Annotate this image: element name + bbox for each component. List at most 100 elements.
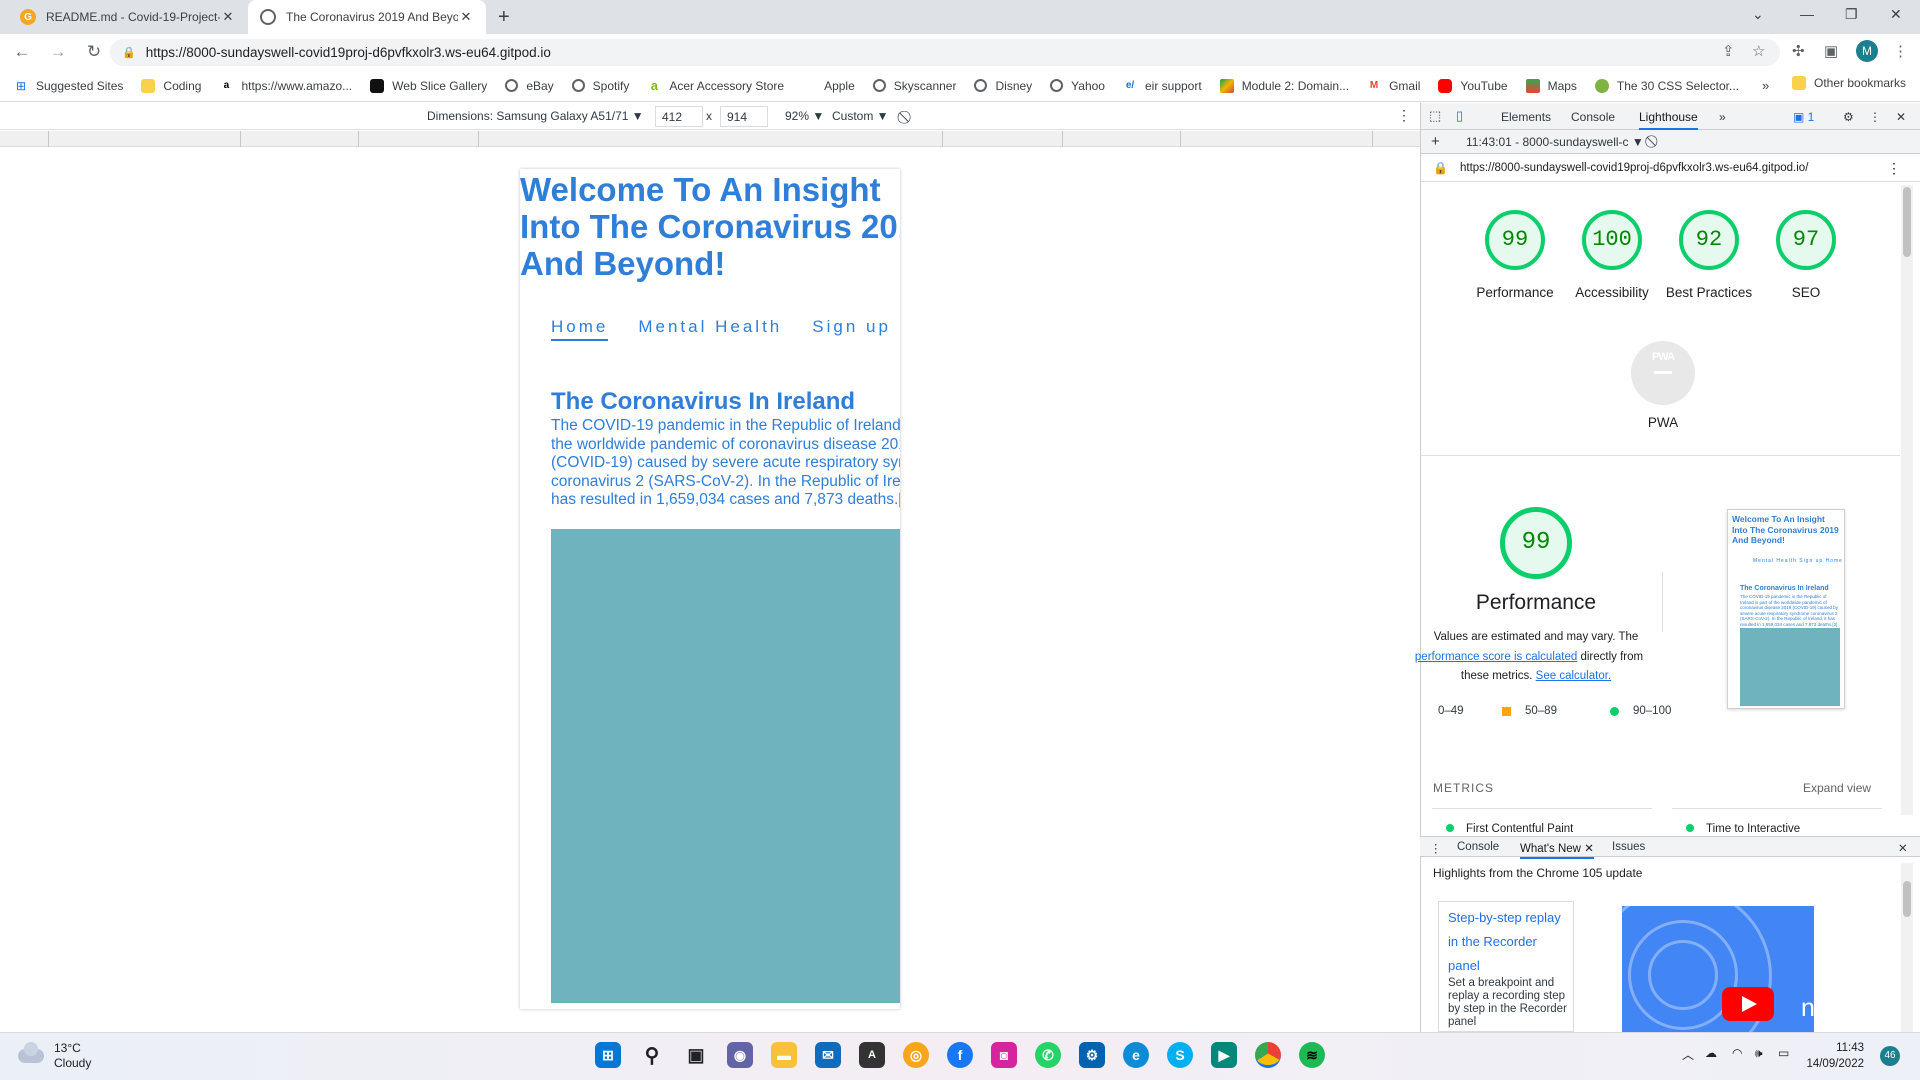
- battery-icon[interactable]: ▭: [1778, 1046, 1789, 1060]
- pwa-gauge[interactable]: PWA: [1631, 341, 1695, 405]
- control-panel-icon[interactable]: ⚙: [1079, 1042, 1105, 1068]
- skype-icon[interactable]: S: [1167, 1042, 1193, 1068]
- accessibility-score-gauge[interactable]: 100: [1582, 210, 1642, 270]
- minimize-button[interactable]: —: [1800, 6, 1814, 22]
- volume-icon[interactable]: 🕪: [1755, 1046, 1763, 1061]
- bookmark-item[interactable]: M Gmail: [1367, 79, 1421, 93]
- best-practices-score-gauge[interactable]: 92: [1679, 210, 1739, 270]
- bookmark-item[interactable]: Module 2: Domain...: [1219, 78, 1349, 93]
- close-drawer-icon[interactable]: ✕: [1898, 841, 1908, 855]
- bookmark-item[interactable]: eBay: [505, 79, 554, 93]
- close-tab-icon[interactable]: ✕: [458, 9, 474, 25]
- bookmark-item[interactable]: YouTube: [1438, 78, 1508, 93]
- side-panel-icon[interactable]: ▣: [1824, 42, 1838, 60]
- whatsapp-icon[interactable]: ✆: [1035, 1042, 1061, 1068]
- nav-link-mental-health[interactable]: Mental Health: [638, 317, 782, 341]
- nav-link-home[interactable]: Home: [551, 317, 609, 341]
- recorder-replay-link[interactable]: Step-by-step replay in the Recorder pane…: [1448, 906, 1568, 978]
- bookmark-item[interactable]: Web Slice Gallery: [370, 78, 487, 93]
- close-whats-new-icon[interactable]: ✕: [1584, 843, 1594, 855]
- new-tab-button[interactable]: +: [498, 6, 510, 29]
- start-windows-icon[interactable]: ⊞: [595, 1042, 621, 1068]
- weather-widget[interactable]: 13°C Cloudy: [18, 1041, 91, 1071]
- bookmarks-overflow-icon[interactable]: »: [1762, 78, 1769, 93]
- menu-icon[interactable]: ⋮: [1893, 42, 1908, 60]
- show-hidden-icons[interactable]: ︿: [1682, 1046, 1694, 1063]
- bookmark-item[interactable]: Apple: [802, 79, 855, 93]
- tab-lighthouse[interactable]: Lighthouse: [1639, 110, 1698, 130]
- bookmark-star-icon[interactable]: ☆: [1752, 42, 1765, 60]
- bookmark-item[interactable]: Spotify: [571, 79, 629, 93]
- chrome-icon[interactable]: [1255, 1042, 1281, 1068]
- device-dimensions-select[interactable]: Dimensions: Samsung Galaxy A51/71 ▼: [427, 109, 644, 123]
- final-screenshot-thumbnail[interactable]: Welcome To An Insight Into The Coronavir…: [1727, 509, 1845, 709]
- drawer-tab-issues[interactable]: Issues: [1612, 841, 1645, 853]
- close-devtools-icon[interactable]: ✕: [1896, 110, 1906, 124]
- bookmark-item[interactable]: ⊞ Suggested Sites: [14, 79, 123, 93]
- tab-console[interactable]: Console: [1571, 110, 1615, 124]
- facebook-icon[interactable]: f: [947, 1042, 973, 1068]
- bookmark-item[interactable]: Coding: [141, 78, 201, 93]
- notification-badge[interactable]: 46: [1880, 1046, 1900, 1066]
- whats-new-card[interactable]: Step-by-step replay in the Recorder pane…: [1438, 901, 1574, 1032]
- nav-link-sign-up[interactable]: Sign up: [812, 317, 891, 341]
- report-select[interactable]: 11:43:01 - 8000-sundayswell-c ▼: [1466, 135, 1644, 149]
- more-tabs-icon[interactable]: »: [1719, 110, 1726, 124]
- bookmark-item[interactable]: Maps: [1525, 78, 1577, 93]
- drawer-tab-whats-new[interactable]: What's New ✕: [1520, 841, 1594, 859]
- whats-new-video[interactable]: new: [1622, 906, 1814, 1032]
- throttle-select[interactable]: Custom ▼: [832, 109, 889, 123]
- close-tab-icon[interactable]: ✕: [220, 9, 236, 25]
- expand-view-button[interactable]: Expand view: [1803, 781, 1871, 795]
- close-window-button[interactable]: ✕: [1890, 6, 1902, 23]
- app-a-icon[interactable]: A: [859, 1042, 885, 1068]
- norton-icon[interactable]: ◎: [903, 1042, 929, 1068]
- meet-icon[interactable]: ▶: [1211, 1042, 1237, 1068]
- bookmark-item[interactable]: Yahoo: [1050, 79, 1105, 93]
- see-calculator-link[interactable]: See calculator.: [1536, 670, 1611, 682]
- settings-gear-icon[interactable]: ⚙: [1843, 110, 1854, 124]
- edge-icon[interactable]: e: [1123, 1042, 1149, 1068]
- performance-score-gauge[interactable]: 99: [1485, 210, 1545, 270]
- devtools-menu-icon[interactable]: ⋮: [1869, 110, 1881, 124]
- share-icon[interactable]: ⇪: [1722, 42, 1735, 60]
- tab-coronavirus[interactable]: The Coronavirus 2019 And Beyor ✕: [248, 0, 486, 34]
- report-scrollbar[interactable]: [1901, 185, 1913, 815]
- report-menu-icon[interactable]: ⋮: [1887, 160, 1901, 177]
- search-icon[interactable]: ⚲: [639, 1042, 665, 1068]
- task-view-icon[interactable]: ▣: [683, 1042, 709, 1068]
- inspect-element-icon[interactable]: ⬚: [1429, 108, 1441, 124]
- taskbar-clock[interactable]: 11:43 14/09/2022: [1802, 1040, 1864, 1072]
- tab-elements[interactable]: Elements: [1501, 110, 1551, 124]
- score-calculated-link[interactable]: performance score is calculated: [1415, 651, 1577, 663]
- reload-icon[interactable]: ↻: [80, 42, 108, 62]
- bookmark-item[interactable]: a Acer Accessory Store: [647, 78, 784, 93]
- profile-avatar[interactable]: M: [1856, 40, 1878, 62]
- bookmark-item[interactable]: Disney: [974, 79, 1032, 93]
- report-url[interactable]: https://8000-sundayswell-covid19proj-d6p…: [1460, 162, 1808, 174]
- wifi-icon[interactable]: ◠: [1732, 1046, 1742, 1060]
- device-width-input[interactable]: [655, 106, 703, 127]
- restore-button[interactable]: ❐: [1845, 6, 1858, 23]
- bookmark-item[interactable]: Skyscanner: [872, 79, 956, 93]
- new-report-icon[interactable]: +: [1431, 133, 1440, 150]
- bookmark-item[interactable]: e/eir support: [1123, 79, 1202, 93]
- forward-icon[interactable]: →: [44, 42, 72, 62]
- address-bar[interactable]: 🔒 https://8000-sundayswell-covid19proj-d…: [110, 39, 1780, 66]
- device-height-input[interactable]: [720, 106, 768, 127]
- extensions-icon[interactable]: ✣: [1792, 42, 1805, 60]
- device-toggle-icon[interactable]: ▯: [1456, 108, 1463, 124]
- tab-search-icon[interactable]: ⌄: [1752, 6, 1764, 23]
- other-bookmarks[interactable]: Other bookmarks: [1792, 76, 1906, 90]
- drawer-tab-console[interactable]: Console: [1457, 841, 1499, 853]
- drawer-scrollbar[interactable]: [1901, 863, 1913, 1033]
- instagram-icon[interactable]: ◙: [991, 1042, 1017, 1068]
- issues-badge[interactable]: ▣ 1: [1793, 110, 1814, 124]
- bookmark-item[interactable]: a https://www.amazo...: [219, 79, 353, 93]
- bookmark-item[interactable]: The 30 CSS Selector...: [1594, 78, 1739, 93]
- mail-icon[interactable]: ✉: [815, 1042, 841, 1068]
- device-more-icon[interactable]: ⋮: [1397, 107, 1411, 124]
- drawer-menu-icon[interactable]: ⋮: [1430, 841, 1442, 855]
- back-icon[interactable]: ←: [8, 42, 36, 62]
- chat-icon[interactable]: ◉: [727, 1042, 753, 1068]
